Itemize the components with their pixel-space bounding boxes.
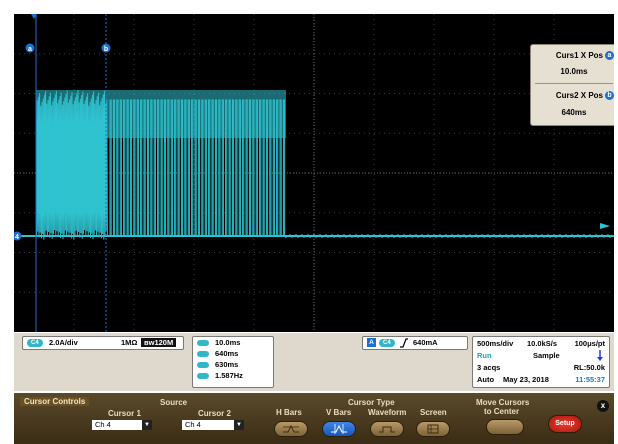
trigger-level-arrow xyxy=(600,223,610,229)
vbars-label: V Bars xyxy=(326,408,352,417)
close-icon[interactable]: x xyxy=(597,400,609,412)
measurement-panel[interactable]: 10.0ms 640ms 630ms 1.587Hz xyxy=(192,336,274,388)
cursor2-dropdown-icon: ▼ xyxy=(234,420,244,430)
waveform-button[interactable] xyxy=(370,421,404,437)
cursor-a-tag[interactable]: a xyxy=(25,43,35,54)
measure-a-value: 10.0ms xyxy=(215,338,241,347)
channel4-ground-label: 4 xyxy=(15,234,19,241)
channel4-impedance: 1MΩ xyxy=(121,338,138,347)
trigger-mode: Auto xyxy=(477,375,495,384)
measure-delta-value: 630ms xyxy=(215,360,239,369)
screen-button[interactable] xyxy=(416,421,450,437)
cursor-readout-box: Curs1 X Pos a 10.0ms Curs2 X Pos b 640ms xyxy=(530,44,614,126)
waveform-plot: a b 4 Curs1 X Pos a 10.0ms Curs2 X Pos b… xyxy=(14,14,614,332)
waveform-canvas: a b 4 xyxy=(14,14,614,332)
bandwidth-limit-badge: ʙw120M xyxy=(141,338,177,347)
oscilloscope-screen: a b 4 Curs1 X Pos a 10.0ms Curs2 X Pos b… xyxy=(0,0,618,444)
cursor-a-tag-label: a xyxy=(28,46,32,53)
cursor-b-tag-label: b xyxy=(104,46,108,53)
acquisition-panel[interactable]: 500ms/div 10.0kS/s 100μs/pt Run Sample 3… xyxy=(472,336,610,388)
measure-b-value: 640ms xyxy=(215,349,239,358)
cursor-controls-menu: Cursor Controls Source Cursor 1 Ch 4 ▼ C… xyxy=(14,393,614,444)
cursor2-xpos-label: Curs2 X Pos xyxy=(555,91,603,100)
to-center-label: to Center xyxy=(484,407,520,416)
bandwidth-value: 120M xyxy=(154,338,174,347)
cursor2-source-value: Ch 4 xyxy=(185,420,201,429)
cursor-b-tag[interactable]: b xyxy=(101,43,111,54)
resolution: 100μs/pt xyxy=(574,339,605,348)
readout-divider xyxy=(535,83,613,84)
move-cursors-label: Move Cursors xyxy=(476,398,530,407)
hbars-icon xyxy=(283,424,299,433)
trigger-mode-tag: A xyxy=(367,338,376,347)
vbars-icon xyxy=(331,424,347,434)
acq-count: 3 acqs xyxy=(477,363,501,372)
measure-inverse-delta-tag xyxy=(197,373,209,379)
status-strip: C4 2.0A/div 1MΩ ʙw120M 10.0ms 640ms 630m… xyxy=(14,333,614,391)
trigger-channel-tag: C4 xyxy=(379,339,395,347)
cursor1-badge: a xyxy=(605,51,614,60)
channel4-ground-marker[interactable]: 4 xyxy=(14,231,22,242)
cursor2-xpos-value: 640ms xyxy=(561,108,587,117)
time: 11:55:37 xyxy=(575,375,605,384)
cursor2-badge: b xyxy=(605,91,614,100)
cursor-controls-title: Cursor Controls xyxy=(20,397,90,406)
bandwidth-icon: ʙw xyxy=(144,338,155,347)
measure-a-tag xyxy=(197,340,209,346)
move-cursors-to-center-button[interactable] xyxy=(486,419,524,435)
measure-delta-tag xyxy=(197,362,209,368)
channel4-settings-panel[interactable]: C4 2.0A/div 1MΩ ʙw120M xyxy=(22,336,184,350)
cursor1-dropdown-icon: ▼ xyxy=(142,420,152,430)
date: May 23, 2018 xyxy=(503,375,549,384)
trigger-panel[interactable]: A C4 640mA xyxy=(362,336,468,350)
rising-edge-icon xyxy=(400,338,408,348)
screen-label: Screen xyxy=(420,408,447,417)
timebase: 500ms/div xyxy=(477,339,514,348)
cursor1-xpos-label: Curs1 X Pos xyxy=(555,51,603,60)
run-state: Run xyxy=(477,351,492,360)
cursor2-source-select[interactable]: Ch 4 ▼ xyxy=(182,420,244,430)
hbars-button[interactable] xyxy=(274,421,308,437)
source-label: Source xyxy=(160,398,188,407)
vbars-button[interactable] xyxy=(322,421,356,437)
acq-mode: Sample xyxy=(533,351,560,360)
channel4-tag: C4 xyxy=(27,339,43,347)
waveform-icon xyxy=(379,426,395,433)
hbars-label: H Bars xyxy=(276,408,302,417)
measure-frequency-value: 1.587Hz xyxy=(215,371,243,380)
setup-button[interactable]: Setup xyxy=(548,415,582,433)
trigger-arrow-icon xyxy=(597,350,603,361)
channel4-scale: 2.0A/div xyxy=(49,338,78,347)
record-length: RL:50.0k xyxy=(573,363,605,372)
waveform-label: Waveform xyxy=(368,408,407,417)
cursor1-xpos-value: 10.0ms xyxy=(560,67,588,76)
cursor2-source-label: Cursor 2 xyxy=(198,409,231,418)
cursor1-source-select[interactable]: Ch 4 ▼ xyxy=(92,420,152,430)
sample-rate: 10.0kS/s xyxy=(527,339,558,348)
cursor1-source-label: Cursor 1 xyxy=(108,409,141,418)
measure-b-tag xyxy=(197,351,209,357)
trigger-level: 640mA xyxy=(413,338,438,347)
cursor1-source-value: Ch 4 xyxy=(95,420,111,429)
screen-icon xyxy=(427,424,439,434)
cursor-type-label: Cursor Type xyxy=(348,398,395,407)
